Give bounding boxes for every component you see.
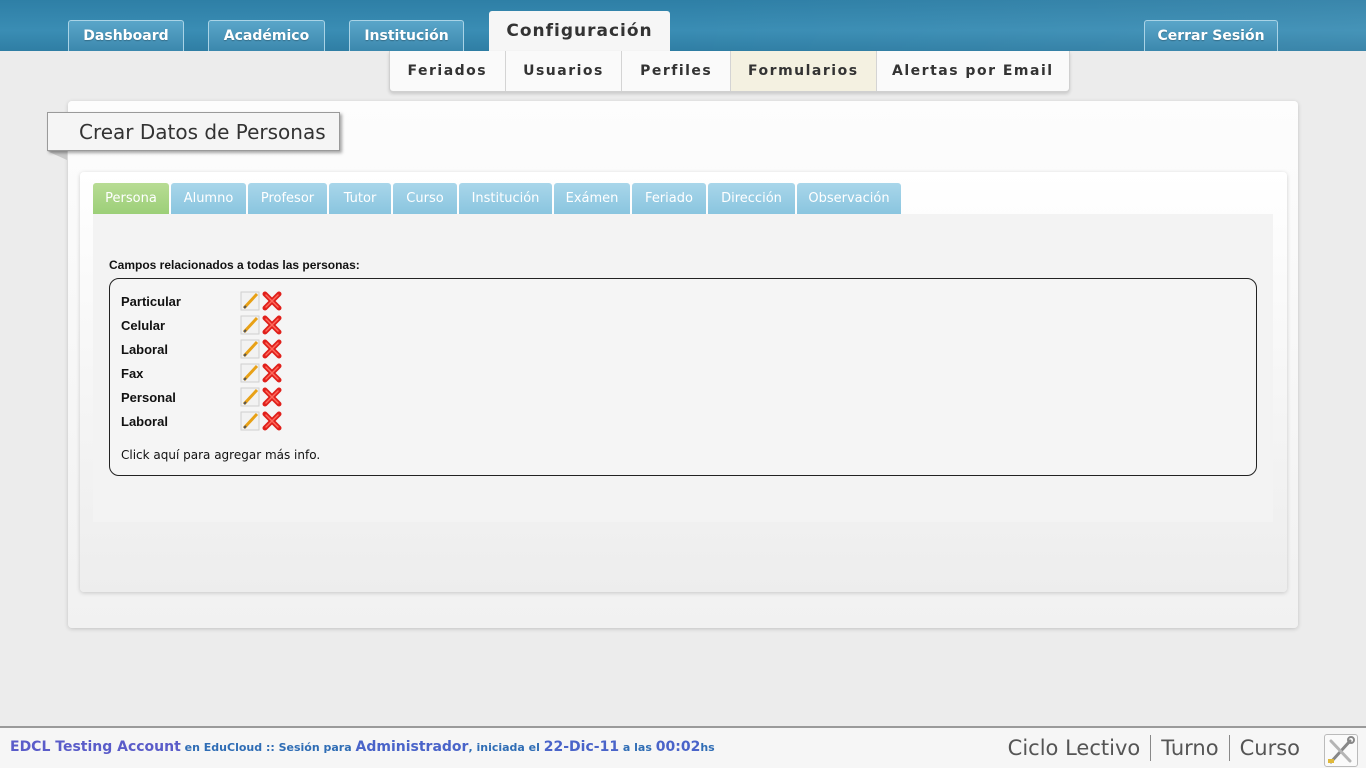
main-tab-academico-label: Académico (223, 28, 310, 44)
tab-curso[interactable]: Curso (393, 183, 457, 214)
fields-box: Particular Celular Laboral Fax Personal … (109, 278, 1257, 476)
platform-name: EduCloud (203, 741, 263, 754)
tab-observacion[interactable]: Observación (797, 183, 901, 214)
field-name: Laboral (121, 341, 168, 357)
field-name: Fax (121, 365, 144, 381)
logout-button[interactable]: Cerrar Sesión (1144, 20, 1278, 51)
session-date: 22-Dic-11 (543, 739, 620, 755)
main-tab-institucion-label: Institución (364, 28, 449, 44)
subnav-item-feriados[interactable]: Feriados (390, 51, 506, 91)
time-suffix: hs (700, 741, 715, 754)
field-row: Laboral (121, 410, 284, 432)
logout-label: Cerrar Sesión (1157, 28, 1265, 44)
main-tab-dashboard[interactable]: Dashboard (68, 20, 184, 51)
tab-label: Curso (406, 191, 444, 206)
tab-label: Alumno (183, 191, 234, 206)
footer-link-ciclo-lectivo[interactable]: Ciclo Lectivo (1008, 735, 1152, 761)
footer-bar: EDCL Testing Account en EduCloud :: Sesi… (0, 726, 1366, 768)
subnav-label: Formularios (748, 63, 859, 79)
tab-persona[interactable]: Persona (93, 183, 169, 214)
tab-label: Dirección (721, 191, 782, 206)
subnav-label: Usuarios (523, 63, 604, 79)
field-name: Particular (121, 293, 181, 309)
tab-profesor[interactable]: Profesor (248, 183, 327, 214)
main-tab-academico[interactable]: Académico (208, 20, 325, 51)
form-tabs: Persona Alumno Profesor Tutor Curso Inst… (93, 183, 903, 214)
main-tab-dashboard-label: Dashboard (83, 28, 169, 44)
field-row: Personal (121, 386, 284, 408)
tab-label: Profesor (260, 191, 315, 206)
page-title-text: Crear Datos de Personas (79, 119, 326, 144)
field-name: Laboral (121, 413, 168, 429)
section-label: Campos relacionados a todas las personas… (109, 258, 360, 272)
footer-link-turno[interactable]: Turno (1151, 735, 1230, 761)
session-info: EDCL Testing Account en EduCloud :: Sesi… (10, 739, 715, 755)
pencil-icon[interactable] (240, 387, 260, 407)
delete-x-icon[interactable] (262, 387, 282, 407)
tab-alumno[interactable]: Alumno (171, 183, 246, 214)
subnav-item-usuarios[interactable]: Usuarios (506, 51, 623, 91)
footer-text-started: , iniciada el (468, 741, 540, 754)
footer-text-session: :: Sesión para (265, 741, 352, 754)
pencil-icon[interactable] (240, 315, 260, 335)
pencil-icon[interactable] (240, 363, 260, 383)
pencil-icon[interactable] (240, 411, 260, 431)
user-role: Administrador (355, 739, 469, 755)
field-row: Fax (121, 362, 284, 384)
main-tab-configuracion[interactable]: Configuración (489, 11, 670, 51)
footer-text-en: en (184, 741, 200, 754)
subnav-label: Perfiles (640, 63, 713, 79)
tab-examen[interactable]: Exámen (554, 183, 630, 214)
subnav-item-perfiles[interactable]: Perfiles (622, 51, 731, 91)
tab-feriado[interactable]: Feriado (632, 183, 706, 214)
field-row: Particular (121, 290, 284, 312)
account-name: EDCL Testing Account (10, 739, 181, 755)
subnav-label: Alertas por Email (892, 63, 1054, 79)
config-subnav: Feriados Usuarios Perfiles Formularios A… (389, 51, 1070, 92)
pencil-icon[interactable] (240, 291, 260, 311)
delete-x-icon[interactable] (262, 315, 282, 335)
field-name: Personal (121, 389, 176, 405)
tab-institucion[interactable]: Institución (459, 183, 552, 214)
main-tab-configuracion-label: Configuración (506, 21, 653, 41)
tab-label: Tutor (343, 191, 377, 206)
delete-x-icon[interactable] (262, 363, 282, 383)
delete-x-icon[interactable] (262, 411, 282, 431)
session-time: 00:02 (655, 739, 701, 755)
title-fold-decoration (47, 151, 67, 160)
field-row: Celular (121, 314, 284, 336)
field-row: Laboral (121, 338, 284, 360)
page-title: Crear Datos de Personas (47, 112, 340, 151)
subnav-label: Feriados (407, 63, 488, 79)
tab-direccion[interactable]: Dirección (708, 183, 795, 214)
delete-x-icon[interactable] (262, 339, 282, 359)
tools-icon[interactable] (1324, 734, 1358, 767)
subnav-item-alertas-email[interactable]: Alertas por Email (877, 51, 1069, 91)
main-tab-institucion[interactable]: Institución (349, 20, 464, 51)
subnav-item-formularios[interactable]: Formularios (731, 51, 877, 91)
tab-label: Exámen (565, 191, 619, 206)
footer-text-at: a las (622, 741, 652, 754)
tab-tutor[interactable]: Tutor (329, 183, 391, 214)
delete-x-icon[interactable] (262, 291, 282, 311)
tab-label: Feriado (645, 191, 693, 206)
pencil-icon[interactable] (240, 339, 260, 359)
tab-label: Institución (471, 191, 540, 206)
field-name: Celular (121, 317, 166, 333)
footer-link-curso[interactable]: Curso (1230, 735, 1310, 761)
add-more-info-link[interactable]: Click aquí para agregar más info. (121, 448, 320, 462)
tab-label: Persona (105, 191, 157, 206)
footer-nav: Ciclo Lectivo Turno Curso (1008, 733, 1310, 763)
tab-label: Observación (808, 191, 890, 206)
